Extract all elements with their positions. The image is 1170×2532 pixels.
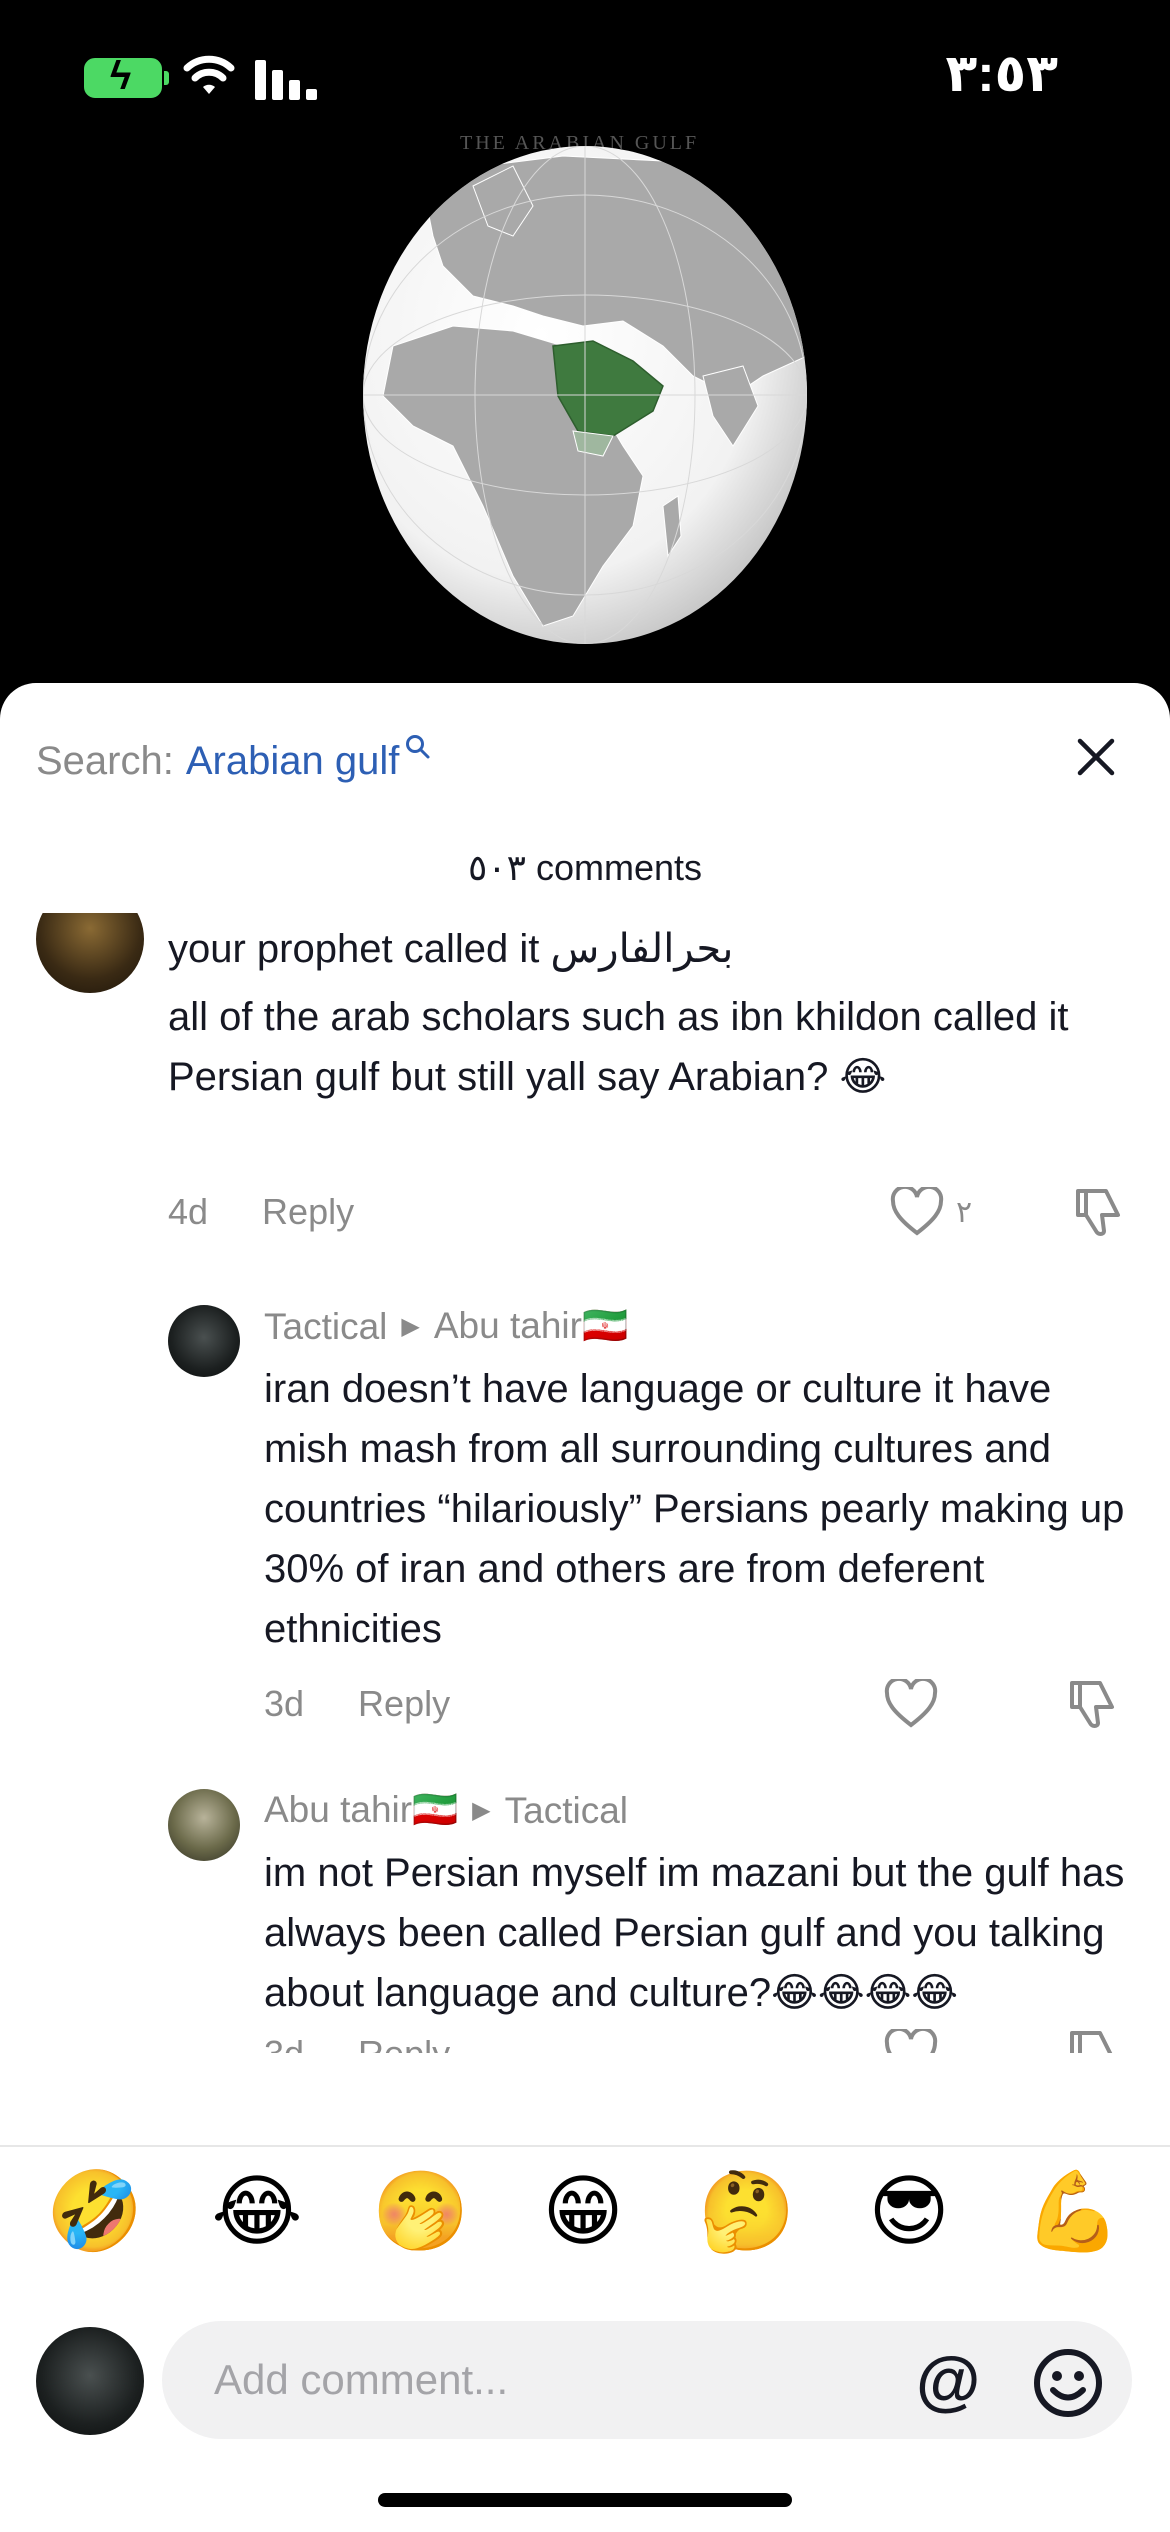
heart-icon (890, 1187, 944, 1236)
battery-charging-icon: ϟ (84, 56, 169, 98)
emoji-sunglasses-button[interactable]: 😎 (861, 2163, 957, 2259)
dislike-icon[interactable] (1066, 2027, 1118, 2053)
comment-text: all of the arab scholars such as ibn khi… (168, 995, 1069, 1099)
comment-composer: @ (0, 2301, 1170, 2451)
mention-button[interactable]: @ (916, 2345, 980, 2415)
avatar[interactable] (168, 1789, 240, 1861)
close-icon[interactable] (1074, 735, 1118, 779)
search-suggestion[interactable]: Search: Arabian gulf (36, 731, 431, 791)
quick-emoji-bar: 🤣 😂 🤭 😁 🤔 😎 💪 (0, 2163, 1170, 2293)
avatar[interactable] (168, 1305, 240, 1377)
dislike-icon[interactable] (1066, 1677, 1118, 1731)
dislike-icon[interactable] (1072, 1185, 1124, 1239)
comment-meta: 3d Reply (264, 1683, 450, 1725)
avatar[interactable] (36, 913, 144, 993)
emoji-muscle-button[interactable]: 💪 (1024, 2163, 1121, 2259)
search-icon (406, 735, 430, 759)
reply-button[interactable]: Reply (262, 1191, 354, 1233)
like-button[interactable] (884, 2029, 938, 2053)
comment-text-line: your prophet called it بحرالفارس (168, 927, 734, 971)
emoji-rofl-button[interactable]: 🤣 (46, 2163, 143, 2259)
like-button[interactable]: ٢ (890, 1187, 972, 1237)
comment-count: ٥٠٣ comments (467, 847, 703, 888)
comment-text: your prophet called it بحرالفارس (168, 919, 1128, 979)
search-label: Search: (36, 738, 174, 783)
status-time: ٣:٥٣ (945, 45, 1058, 103)
comment-time: 3d (264, 2033, 304, 2053)
reply-author-row: Abu tahir🇮🇷 ▶ Tactical (264, 1789, 628, 1832)
status-bar: ϟ ٣:٥٣ (0, 0, 1170, 150)
heart-icon (884, 1679, 938, 1728)
emoji-picker-icon[interactable] (1032, 2347, 1104, 2419)
reply-to-name[interactable]: Tactical (505, 1790, 628, 1832)
reply-to-name[interactable]: Abu tahir🇮🇷 (434, 1305, 628, 1348)
home-indicator (378, 2493, 792, 2507)
emoji-hand-over-mouth-button[interactable]: 🤭 (372, 2163, 469, 2259)
current-user-avatar[interactable] (36, 2327, 144, 2435)
emoji-grin-button[interactable]: 😁 (535, 2163, 631, 2259)
reply-arrow-icon: ▶ (472, 1797, 491, 1824)
reply-button[interactable]: Reply (358, 1683, 450, 1725)
comment-meta: 4d Reply (168, 1191, 354, 1233)
reply-author-row: Tactical ▶ Abu tahir🇮🇷 (264, 1305, 628, 1348)
author-name[interactable]: Tactical (264, 1306, 387, 1348)
comment-text: iran doesn’t have language or culture it… (264, 1367, 1125, 1651)
emoji-thinking-button[interactable]: 🤔 (698, 2163, 795, 2259)
like-count: ٢ (956, 1195, 973, 1229)
search-query-link[interactable]: Arabian gulf (186, 739, 399, 784)
author-name[interactable]: Abu tahir🇮🇷 (264, 1789, 458, 1832)
comment-text: im not Persian myself im mazani but the … (264, 1851, 1125, 2015)
comment-list[interactable]: your prophet called it بحرالفارس all of … (0, 913, 1170, 2053)
comment-meta: 3d Reply (264, 2033, 450, 2053)
globe-map-image (363, 146, 807, 644)
divider (0, 2145, 1170, 2147)
comment-time: 3d (264, 1683, 305, 1724)
comment-time: 4d (168, 1191, 209, 1232)
heart-icon (884, 2029, 938, 2053)
reply-arrow-icon: ▶ (401, 1313, 420, 1340)
reply-button[interactable]: Reply (358, 2033, 450, 2053)
comment-input[interactable] (162, 2321, 1132, 2439)
emoji-joy-button[interactable]: 😂 (209, 2163, 305, 2259)
like-button[interactable] (884, 1679, 938, 1729)
cellular-signal-icon (255, 58, 317, 100)
comment-sheet: Search: Arabian gulf ٥٠٣ comments your p… (0, 683, 1170, 2532)
wifi-icon (183, 55, 235, 94)
